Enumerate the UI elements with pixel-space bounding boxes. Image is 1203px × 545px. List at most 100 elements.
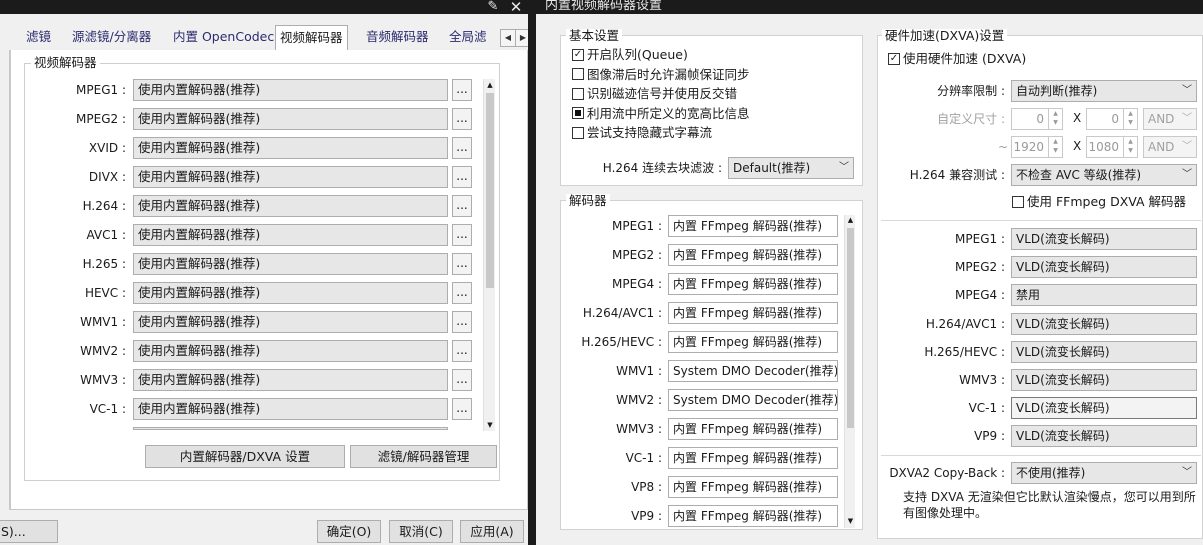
apply-button[interactable]: 应用(A) [460, 520, 524, 543]
decoder-select[interactable]: 内置 FFmpeg 解码器(推荐) [668, 215, 838, 237]
and-select-2[interactable]: AND ﹀ [1143, 136, 1197, 158]
decoder-row-label: WMV3 : [616, 422, 662, 436]
decoder-options-button[interactable]: ... [452, 137, 472, 159]
max-width-input[interactable]: 1920 ▲ ▼ [1011, 136, 1063, 158]
hw-mode-select[interactable]: VLD(流变长解码) [1011, 256, 1197, 279]
scroll-thumb[interactable] [486, 93, 494, 288]
dxva-settings-button[interactable]: 内置解码器/DXVA 设置 [145, 445, 345, 468]
spin-arrows-icon[interactable]: ▲ ▼ [1123, 137, 1137, 157]
ffmpeg-dxva-checkbox[interactable]: 使用 FFmpeg DXVA 解码器 [1012, 193, 1186, 211]
decoder-select-value: 使用内置解码器(推荐) [138, 140, 261, 155]
tab-global[interactable]: 全局滤 [445, 27, 499, 49]
decoder-select[interactable] [133, 427, 448, 430]
hw-mode-select[interactable]: VLD(流变长解码) [1011, 425, 1197, 448]
copyback-select[interactable]: 不使用(推荐) ﹀ [1011, 462, 1197, 484]
bottom-left-button[interactable]: S)... [0, 520, 58, 543]
decoder-select-value: 使用内置解码器(推荐) [138, 343, 261, 358]
scroll-down-icon[interactable]: ▼ [484, 419, 496, 431]
decoder-select[interactable]: 内置 FFmpeg 解码器(推荐) [668, 244, 838, 266]
deblock-value: Default(推荐) [733, 161, 811, 175]
decoder-select[interactable]: 使用内置解码器(推荐) [133, 253, 448, 275]
basic-option-checkbox[interactable]: 图像滞后时允许漏帧保证同步 [572, 66, 750, 84]
decoder-select-value: 使用内置解码器(推荐) [138, 314, 261, 329]
decoder-select[interactable]: 使用内置解码器(推荐) [133, 166, 448, 188]
decoder-list-scrollbar[interactable]: ▲ ▼ [483, 79, 495, 431]
hw-mode-select[interactable]: VLD(流变长解码) [1011, 340, 1197, 363]
spin-arrows-icon[interactable]: ▲ ▼ [1048, 137, 1062, 157]
decoder-select[interactable]: 使用内置解码器(推荐) [133, 195, 448, 217]
filter-manager-button[interactable]: 滤镜/解码器管理 [350, 445, 497, 468]
checkbox-indeterminate-icon [572, 107, 584, 119]
decoder-options-button[interactable]: ... [452, 282, 472, 304]
decoder-options-button[interactable]: ... [452, 108, 472, 130]
decoder-select-value: System DMO Decoder(推荐) [673, 364, 838, 378]
and-select-1[interactable]: AND ﹀ [1143, 108, 1197, 130]
decoder-select[interactable]: 使用内置解码器(推荐) [133, 137, 448, 159]
basic-option-checkbox[interactable]: 识别磁迹信号并使用反交错 [572, 85, 737, 103]
decoder-select[interactable]: 使用内置解码器(推荐) [133, 108, 448, 130]
hw-mode-select[interactable]: 禁用 [1011, 284, 1197, 307]
decoder-select[interactable]: 内置 FFmpeg 解码器(推荐) [668, 476, 838, 498]
basic-option-checkbox[interactable]: ✓ 开启队列(Queue) [572, 46, 688, 64]
scroll-thumb[interactable] [847, 228, 854, 428]
decoder-select[interactable]: 内置 FFmpeg 解码器(推荐) [668, 447, 838, 469]
chevron-down-icon: ﹀ [1182, 467, 1192, 478]
decoder-select[interactable]: 内置 FFmpeg 解码器(推荐) [668, 505, 838, 527]
decoder-options-button[interactable]: ... [452, 311, 472, 333]
pin-icon[interactable]: ✎ [485, 0, 501, 14]
use-hw-checkbox[interactable]: ✓ 使用硬件加速 (DXVA) [888, 50, 1026, 68]
decoder-options-button[interactable]: ... [452, 195, 472, 217]
decoder-options-button[interactable]: ... [452, 340, 472, 362]
close-icon[interactable]: ✕ [508, 0, 524, 15]
decoder-options-button[interactable]: ... [452, 166, 472, 188]
scroll-up-icon[interactable]: ▲ [484, 79, 496, 91]
decoder-select-value: 使用内置解码器(推荐) [138, 82, 261, 97]
tab-opencodec[interactable]: 内置 OpenCodec [169, 27, 278, 49]
decoder-select[interactable]: 内置 FFmpeg 解码器(推荐) [668, 302, 838, 324]
tab-audio-decoder[interactable]: 音频解码器 [362, 27, 433, 49]
decoder-select[interactable]: 内置 FFmpeg 解码器(推荐) [668, 331, 838, 353]
hw-mode-select[interactable]: VLD(流变长解码) [1011, 312, 1197, 335]
decoder-select[interactable]: System DMO Decoder(推荐) [668, 360, 838, 382]
decoder-options-button[interactable]: ... [452, 79, 472, 101]
tab-source-filters[interactable]: 源滤镜/分离器 [68, 27, 155, 49]
tab-filters[interactable]: 滤镜 [22, 27, 55, 49]
tab-video-decoder[interactable]: 视频解码器 [275, 25, 348, 51]
basic-option-checkbox[interactable]: 尝试支持隐藏式字幕流 [572, 124, 712, 142]
scroll-up-icon[interactable]: ▲ [845, 215, 856, 226]
decoder-select[interactable]: 使用内置解码器(推荐) [133, 311, 448, 333]
decoders-scrollbar[interactable]: ▲ ▼ [844, 215, 855, 528]
hw-mode-select[interactable]: VLD(流变长解码) [1011, 397, 1197, 420]
decoder-select[interactable]: 使用内置解码器(推荐) [133, 282, 448, 304]
decoder-select[interactable]: 内置 FFmpeg 解码器(推荐) [668, 273, 838, 295]
scroll-down-icon[interactable]: ▼ [845, 516, 856, 527]
deblock-select[interactable]: Default(推荐) ﹀ [728, 157, 854, 179]
spin-arrows-icon[interactable]: ▲ ▼ [1048, 109, 1062, 129]
max-height-input[interactable]: 1080 ▲ ▼ [1086, 136, 1138, 158]
decoder-select-value: 使用内置解码器(推荐) [138, 256, 261, 271]
decoder-options-button[interactable]: ... [452, 398, 472, 420]
decoder-options-button[interactable]: ... [452, 369, 472, 391]
decoder-select[interactable]: 使用内置解码器(推荐) [133, 340, 448, 362]
decoder-select[interactable]: 使用内置解码器(推荐) [133, 398, 448, 420]
ok-button[interactable]: 确定(O) [317, 520, 381, 543]
decoder-select[interactable]: 使用内置解码器(推荐) [133, 224, 448, 246]
decoder-select-value: 内置 FFmpeg 解码器(推荐) [673, 306, 823, 320]
hw-mode-select[interactable]: VLD(流变长解码) [1011, 228, 1197, 250]
decoder-select[interactable]: 使用内置解码器(推荐) [133, 79, 448, 101]
min-height-input[interactable]: 0 ▲ ▼ [1086, 108, 1138, 130]
spin-arrows-icon[interactable]: ▲ ▼ [1123, 109, 1137, 129]
decoder-options-button[interactable]: ... [452, 253, 472, 275]
res-limit-select[interactable]: 自动判断(推荐) ﹀ [1011, 80, 1197, 102]
hw-mode-select[interactable]: VLD(流变长解码) [1011, 369, 1197, 391]
tab-scroll-left-icon[interactable]: ◀ [500, 29, 516, 47]
decoder-select[interactable]: System DMO Decoder(推荐) [668, 389, 838, 411]
decoder-options-button[interactable]: ... [452, 224, 472, 246]
decoder-select[interactable]: 内置 FFmpeg 解码器(推荐) [668, 418, 838, 440]
basic-option-checkbox[interactable]: 利用流中所定义的宽高比信息 [572, 105, 750, 123]
cancel-button[interactable]: 取消(C) [389, 520, 453, 543]
min-width-input[interactable]: 0 ▲ ▼ [1011, 108, 1063, 130]
decoder-select[interactable]: 使用内置解码器(推荐) [133, 369, 448, 391]
decoder-row-label: WMV2 : [80, 344, 126, 358]
h264-compat-select[interactable]: 不检查 AVC 等级(推荐) ﹀ [1011, 164, 1197, 186]
